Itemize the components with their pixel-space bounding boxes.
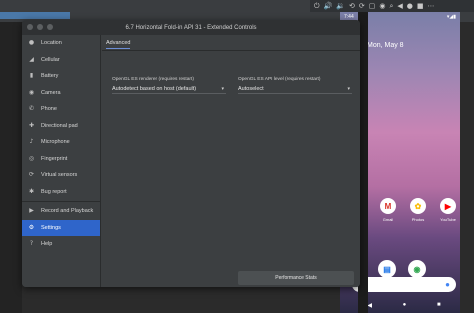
renderer-label: OpenGL ES renderer (requires restart) <box>112 77 194 82</box>
sidebar-item-label: Virtual sensors <box>41 172 78 179</box>
photos-icon: ✿ <box>410 198 426 214</box>
desktop-blue-bar <box>0 12 70 19</box>
microphone-icon: ♪ <box>29 138 34 146</box>
virtual-sensors-icon: ⟳ <box>28 171 35 179</box>
sidebar-item-virtual-sensors[interactable]: ⟳ Virtual sensors <box>22 167 100 184</box>
cellular-signal-icon: ◢ <box>29 55 34 63</box>
renderer-select[interactable]: Autodetect based on host (default) ▾ <box>112 84 226 94</box>
sidebar-item-microphone[interactable]: ♪ Microphone <box>22 134 100 151</box>
sidebar-item-fingerprint[interactable]: ◎ Fingerprint <box>22 151 100 168</box>
tab-divider <box>102 50 360 51</box>
sidebar-item-label: Record and Playback <box>41 208 94 215</box>
nav-home-icon[interactable]: ● <box>403 302 407 308</box>
sidebar-item-label: Fingerprint <box>41 155 68 162</box>
app-youtube[interactable]: ▶ YouTube <box>438 198 458 222</box>
window-title: 6.7 Horizontal Fold-in API 31 - Extended… <box>125 24 257 31</box>
chevron-down-icon: ▾ <box>347 85 350 92</box>
sidebar-item-label: Camera <box>41 89 61 96</box>
window-titlebar: 6.7 Horizontal Fold-in API 31 - Extended… <box>22 20 360 35</box>
sidebar-item-label: Battery <box>41 73 59 80</box>
gmail-icon: M <box>380 198 396 214</box>
record-icon: ▶ <box>29 207 34 215</box>
phone-status-icons: ▾◢▮ <box>446 14 456 20</box>
app-gmail[interactable]: M Gmail <box>378 198 398 222</box>
nav-back-icon[interactable]: ◀ <box>367 302 372 309</box>
sidebar-separator <box>22 201 100 202</box>
settings-panel: Advanced OpenGL ES renderer (requires re… <box>102 35 360 287</box>
gear-icon: ⚙ <box>28 223 35 231</box>
fold-icon[interactable]: ▢ <box>369 2 376 10</box>
power-icon[interactable]: ⏻ <box>314 2 320 10</box>
phone-icon: ✆ <box>28 105 35 113</box>
rotate-icon[interactable]: ⟲ <box>349 2 355 10</box>
nav-overview-icon[interactable]: ■ <box>437 302 441 308</box>
api-level-value: Autoselect <box>238 85 264 92</box>
overview-icon[interactable]: ■ <box>417 2 424 10</box>
sidebar-item-cellular[interactable]: ◢ Cellular <box>22 52 100 69</box>
zoom-icon[interactable]: ⌕ <box>389 2 393 10</box>
chevron-down-icon: ▾ <box>221 85 224 92</box>
chrome-icon[interactable]: ◉ <box>408 260 426 278</box>
phone-dock: ▤ ◉ <box>378 260 426 278</box>
bug-icon: ✱ <box>28 187 35 195</box>
sidebar-item-record-and-playback[interactable]: ▶ Record and Playback <box>22 203 100 220</box>
fingerprint-icon: ◎ <box>28 154 35 162</box>
volume-down-icon[interactable]: 🔉 <box>336 2 345 10</box>
app-label: Photos <box>411 217 425 222</box>
sidebar-item-label: Help <box>41 241 53 248</box>
performance-stats-button[interactable]: Performance Stats <box>238 271 354 285</box>
back-icon[interactable]: ◀ <box>397 2 402 10</box>
api-level-label: OpenGL ES API level (requires restart) <box>238 77 321 82</box>
battery-icon: ▮ <box>29 72 34 80</box>
rotate-right-icon[interactable]: ⟳ <box>359 2 365 10</box>
app-label: YouTube <box>440 217 456 222</box>
app-label: Gmail <box>382 217 394 222</box>
api-level-select[interactable]: Autoselect ▾ <box>238 84 352 94</box>
help-icon: ? <box>29 240 34 248</box>
sidebar-item-location[interactable]: ● Location <box>22 35 100 52</box>
maximize-window-button[interactable] <box>47 24 53 30</box>
mic-icon[interactable]: ● <box>445 280 450 289</box>
dpad-icon: ✚ <box>28 121 35 129</box>
emulator-toolbar: ⏻ 🔊 🔉 ⟲ ⟳ ▢ ◉ ⌕ ◀ ● ■ ⋯ <box>310 0 474 12</box>
sidebar: ● Location ◢ Cellular ▮ Battery ◉ Camera ✆ Phone ✚… <box>22 35 101 287</box>
window-controls <box>27 24 53 30</box>
minimize-window-button[interactable] <box>37 24 43 30</box>
sidebar-item-help[interactable]: ? Help <box>22 236 100 253</box>
camera-icon[interactable]: ◉ <box>379 2 385 10</box>
desktop-left-strip <box>0 22 22 313</box>
sidebar-item-directional-pad[interactable]: ✚ Directional pad <box>22 118 100 135</box>
close-window-button[interactable] <box>27 24 33 30</box>
sidebar-item-label: Bug report <box>41 188 67 195</box>
app-photos[interactable]: ✿ Photos <box>408 198 428 222</box>
phone-date: Mon, May 8 <box>367 42 404 49</box>
sidebar-item-battery[interactable]: ▮ Battery <box>22 68 100 85</box>
sidebar-item-label: Cellular <box>41 56 60 63</box>
camera-icon: ◉ <box>28 88 35 96</box>
location-pin-icon: ● <box>28 39 35 47</box>
sidebar-item-label: Microphone <box>41 139 70 146</box>
sidebar-item-label: Directional pad <box>41 122 78 129</box>
messages-icon[interactable]: ▤ <box>378 260 396 278</box>
renderer-value: Autodetect based on host (default) <box>112 85 197 92</box>
more-icon[interactable]: ⋯ <box>428 2 435 10</box>
home-icon[interactable]: ● <box>407 2 413 10</box>
sidebar-item-label: Phone <box>41 106 57 113</box>
youtube-icon: ▶ <box>440 198 456 214</box>
tab-advanced[interactable]: Advanced <box>106 40 131 49</box>
sidebar-item-label: Location <box>41 40 62 47</box>
extended-controls-window: 6.7 Horizontal Fold-in API 31 - Extended… <box>22 20 360 287</box>
sidebar-item-camera[interactable]: ◉ Camera <box>22 85 100 102</box>
sidebar-item-bug-report[interactable]: ✱ Bug report <box>22 184 100 201</box>
sidebar-item-phone[interactable]: ✆ Phone <box>22 101 100 118</box>
sidebar-item-settings[interactable]: ⚙ Settings <box>22 219 100 236</box>
volume-up-icon[interactable]: 🔊 <box>324 2 333 10</box>
phone-app-row: M Gmail ✿ Photos ▶ YouTube <box>378 198 458 222</box>
sidebar-item-label: Settings <box>41 224 61 231</box>
